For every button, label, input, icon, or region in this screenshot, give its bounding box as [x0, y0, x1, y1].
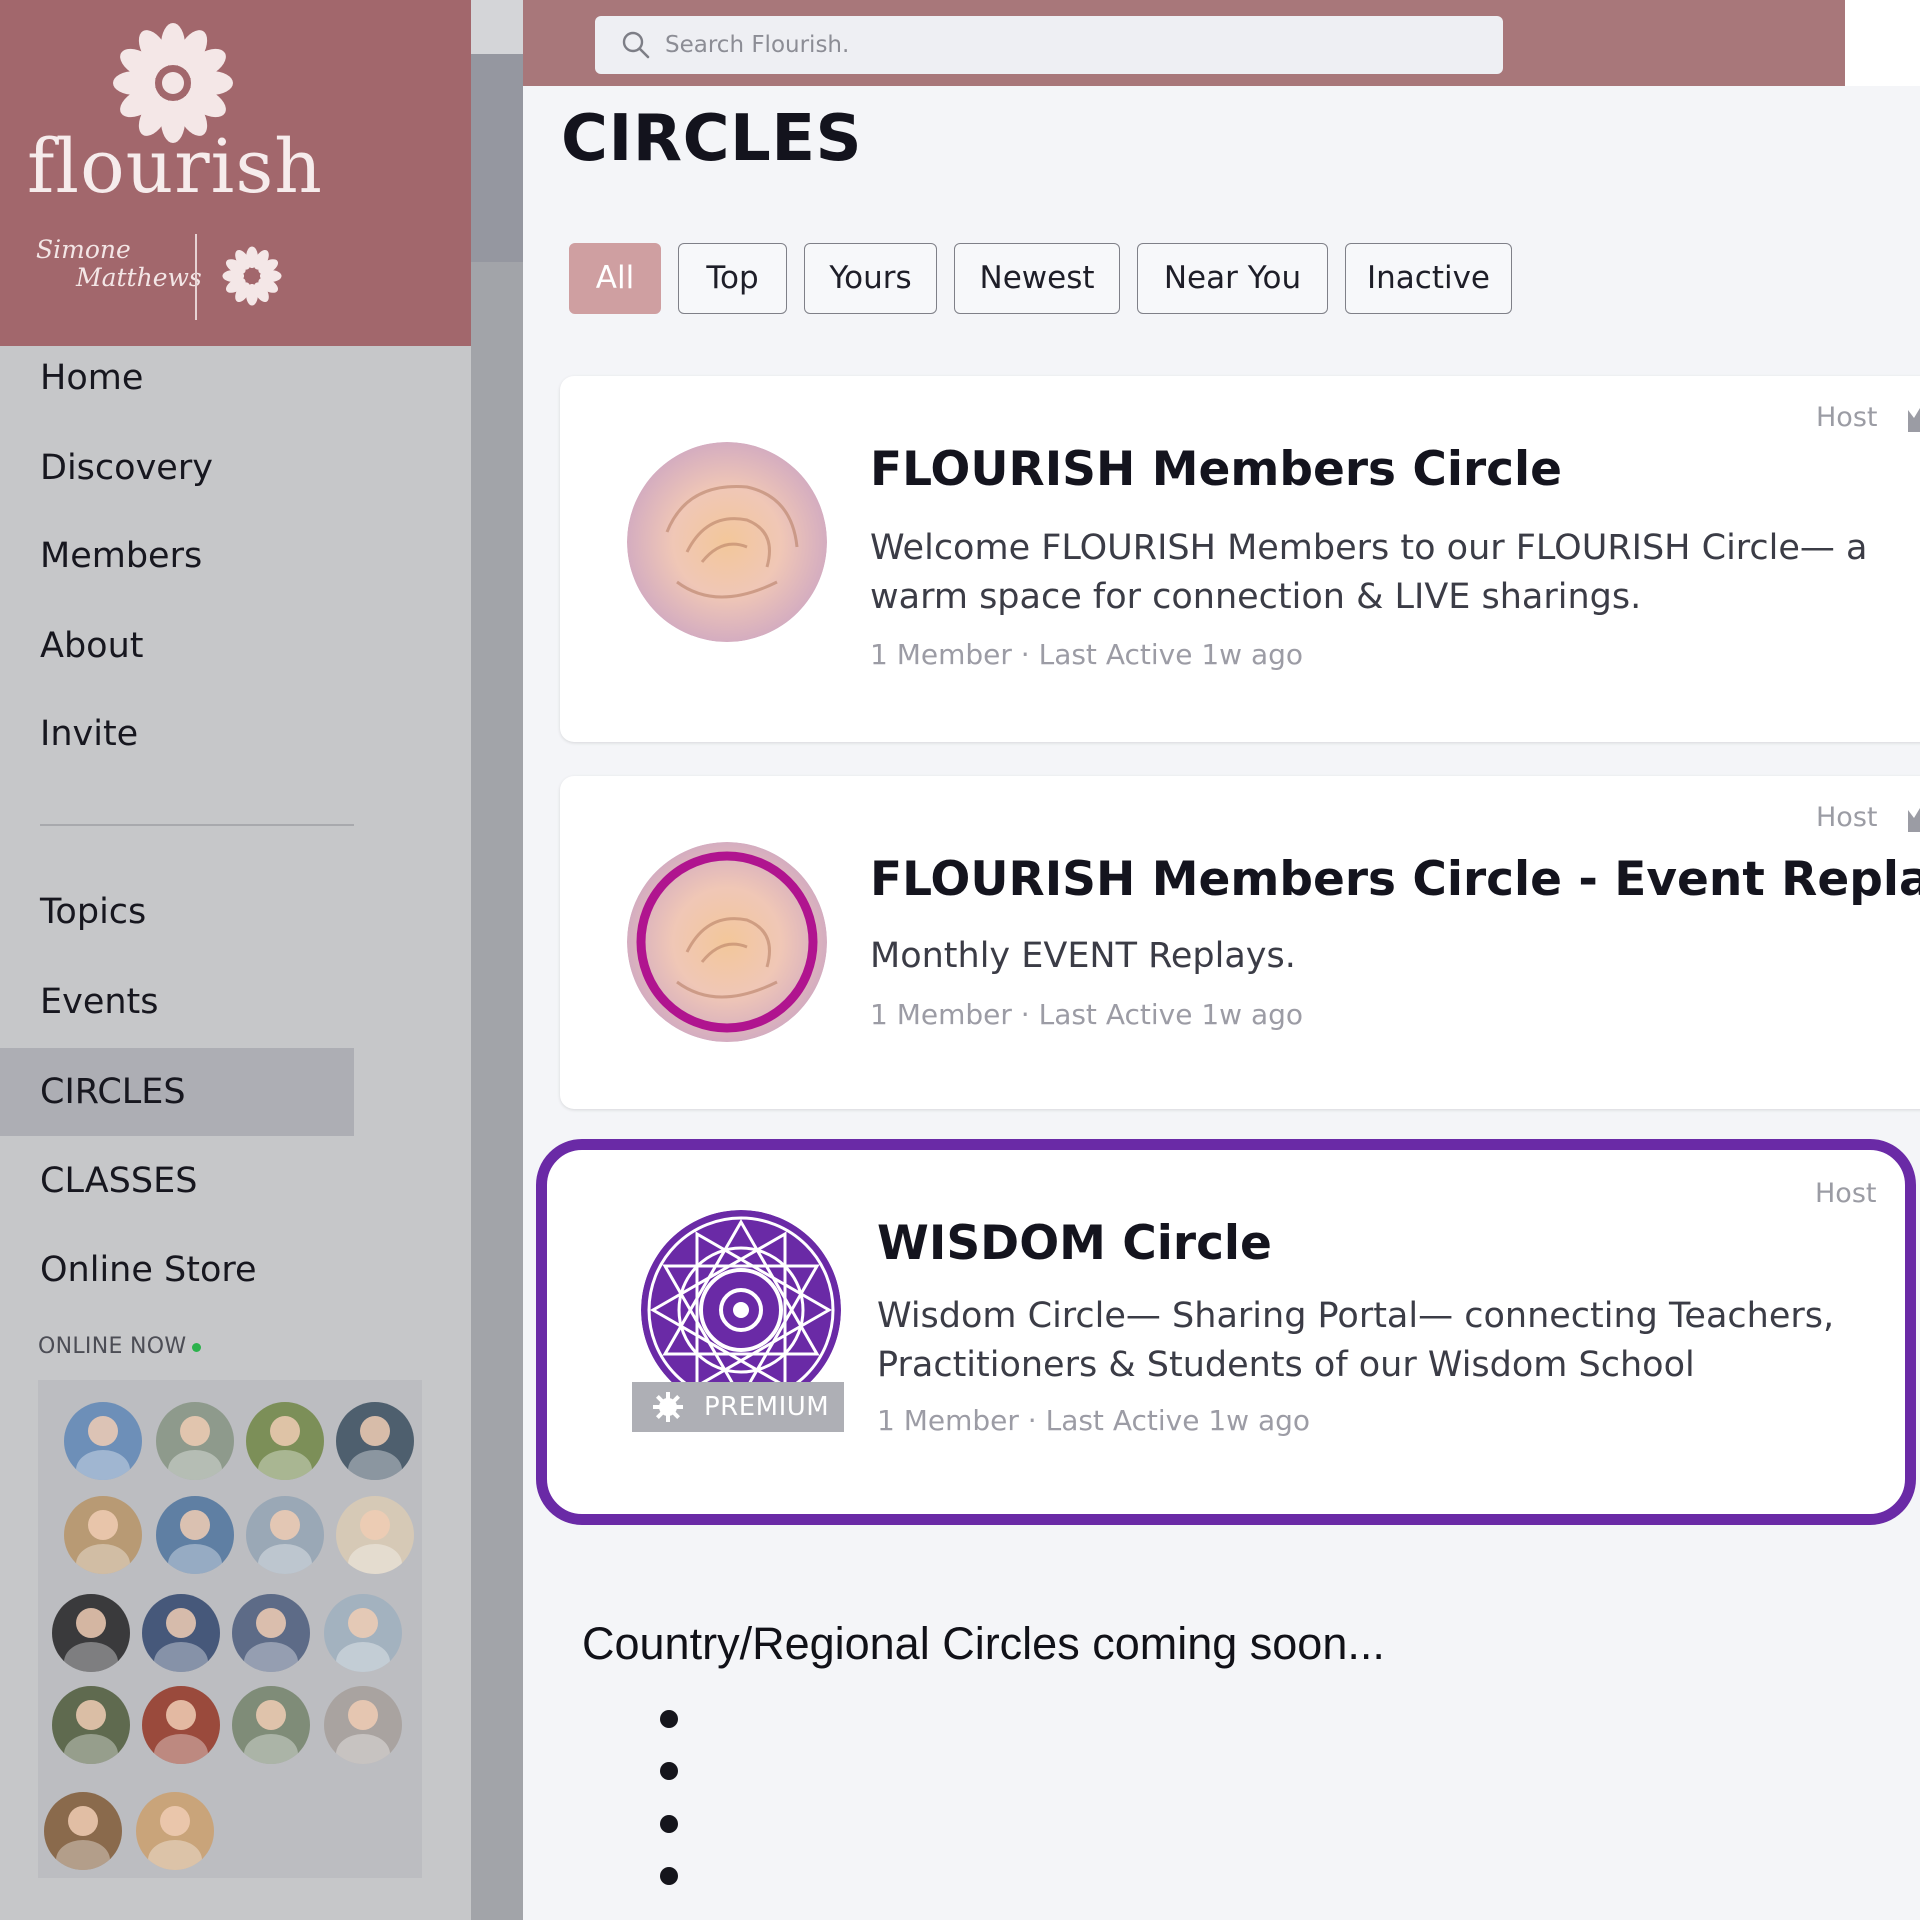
rose-image: [627, 442, 827, 642]
content-gutter: [471, 0, 523, 1920]
search-icon: [622, 31, 650, 59]
filter-newest-button[interactable]: Newest: [954, 243, 1120, 314]
avatar[interactable]: [64, 1402, 142, 1480]
sidebar-item-classes[interactable]: CLASSES: [0, 1137, 354, 1225]
gutter-mid: [471, 54, 523, 262]
avatar[interactable]: [246, 1496, 324, 1574]
circle-description: Welcome FLOURISH Members to our FLOURISH…: [870, 528, 1868, 617]
circle-meta: 1 Member · Last Active 1w ago: [877, 1404, 1311, 1437]
sidebar-item-about[interactable]: About: [0, 602, 354, 690]
online-now-label: ONLINE NOW: [38, 1334, 187, 1359]
coming-soon-heading: Country/Regional Circles coming soon...: [582, 1618, 1385, 1669]
avatar[interactable]: [324, 1594, 402, 1672]
page-title: CIRCLES: [561, 102, 863, 176]
host-label: Host: [1816, 402, 1878, 433]
badge-star-icon: [653, 1392, 683, 1422]
sidebar-item-discovery[interactable]: Discovery: [0, 424, 354, 512]
avatar[interactable]: [156, 1402, 234, 1480]
circle-meta: 1 Member · Last Active 1w ago: [870, 638, 1304, 671]
avatar[interactable]: [324, 1686, 402, 1764]
top-bar-corner: [1845, 0, 1920, 86]
circle-title[interactable]: FLOURISH Members Circle: [870, 442, 1562, 497]
signature-logo: Simone Matthews: [36, 236, 202, 292]
avatar[interactable]: [44, 1792, 122, 1870]
filter-inactive-button[interactable]: Inactive: [1345, 243, 1512, 314]
premium-label: PREMIUM: [704, 1392, 830, 1422]
avatar[interactable]: [52, 1594, 130, 1672]
filter-yours-button[interactable]: Yours: [804, 243, 937, 314]
filter-top-button[interactable]: Top: [678, 243, 787, 314]
circle-title[interactable]: FLOURISH Members Circle - Event Replays: [870, 852, 1920, 907]
avatar[interactable]: [52, 1686, 130, 1764]
brand-panel: flourish Simone Matthews: [0, 0, 471, 346]
list-bullet: [660, 1815, 678, 1833]
filter-near-you-button[interactable]: Near You: [1137, 243, 1328, 314]
avatar[interactable]: [64, 1496, 142, 1574]
sidebar-divider: [40, 824, 354, 826]
sidebar-item-topics[interactable]: Topics: [0, 868, 354, 956]
rose-ring-image: [627, 842, 827, 1042]
online-members-list: [38, 1380, 422, 1878]
sidebar-item-events[interactable]: Events: [0, 958, 354, 1046]
sidebar-item-invite[interactable]: Invite: [0, 690, 354, 778]
host-label: Host: [1816, 802, 1878, 833]
sidebar-item-members[interactable]: Members: [0, 512, 354, 600]
avatar[interactable]: [136, 1792, 214, 1870]
signature-first: Simone: [36, 235, 131, 264]
sidebar-item-circles[interactable]: CIRCLES: [0, 1048, 354, 1136]
crown-icon: [1908, 408, 1920, 432]
search-bar[interactable]: [595, 16, 1503, 74]
circle-description: Monthly EVENT Replays.: [870, 936, 1296, 976]
list-bullet: [660, 1867, 678, 1885]
small-lotus-icon: [222, 246, 282, 306]
avatar[interactable]: [336, 1402, 414, 1480]
circle-card[interactable]: Host FLOURISH Members Circle - Event Rep…: [560, 776, 1920, 1109]
circle-description: Wisdom Circle— Sharing Portal— connectin…: [877, 1296, 1835, 1385]
circle-meta: 1 Member · Last Active 1w ago: [870, 998, 1304, 1031]
circle-card-highlighted[interactable]: Host PREMIUM WISDOM Circle Wisdom Circle…: [536, 1139, 1916, 1525]
avatar[interactable]: [232, 1686, 310, 1764]
circle-card[interactable]: Host FLOURISH Members Circle Welcome FLO…: [560, 376, 1920, 742]
brand-wordmark: flourish: [27, 124, 323, 210]
avatar[interactable]: [246, 1402, 324, 1480]
gutter-top: [471, 0, 523, 54]
sidebar-item-home[interactable]: Home: [0, 334, 354, 422]
mandala-icon: [641, 1210, 841, 1410]
filter-all-button[interactable]: All: [569, 243, 661, 314]
circle-title[interactable]: WISDOM Circle: [877, 1216, 1272, 1271]
sidebar: flourish Simone Matthews Home Discovery …: [0, 0, 471, 1920]
avatar[interactable]: [232, 1594, 310, 1672]
list-bullet: [660, 1762, 678, 1780]
online-now-heading: ONLINE NOW: [38, 1334, 202, 1359]
avatar[interactable]: [142, 1594, 220, 1672]
premium-badge: PREMIUM: [632, 1382, 844, 1432]
crown-icon: [1908, 808, 1920, 832]
list-bullet: [660, 1710, 678, 1728]
sidebar-item-online-store[interactable]: Online Store: [0, 1226, 354, 1314]
avatar[interactable]: [156, 1496, 234, 1574]
online-status-dot: [192, 1342, 202, 1352]
signature-last: Matthews: [76, 263, 202, 292]
logo-divider: [195, 234, 197, 320]
avatar[interactable]: [336, 1496, 414, 1574]
search-input[interactable]: [665, 16, 1485, 74]
host-label: Host: [1815, 1178, 1877, 1209]
avatar[interactable]: [142, 1686, 220, 1764]
